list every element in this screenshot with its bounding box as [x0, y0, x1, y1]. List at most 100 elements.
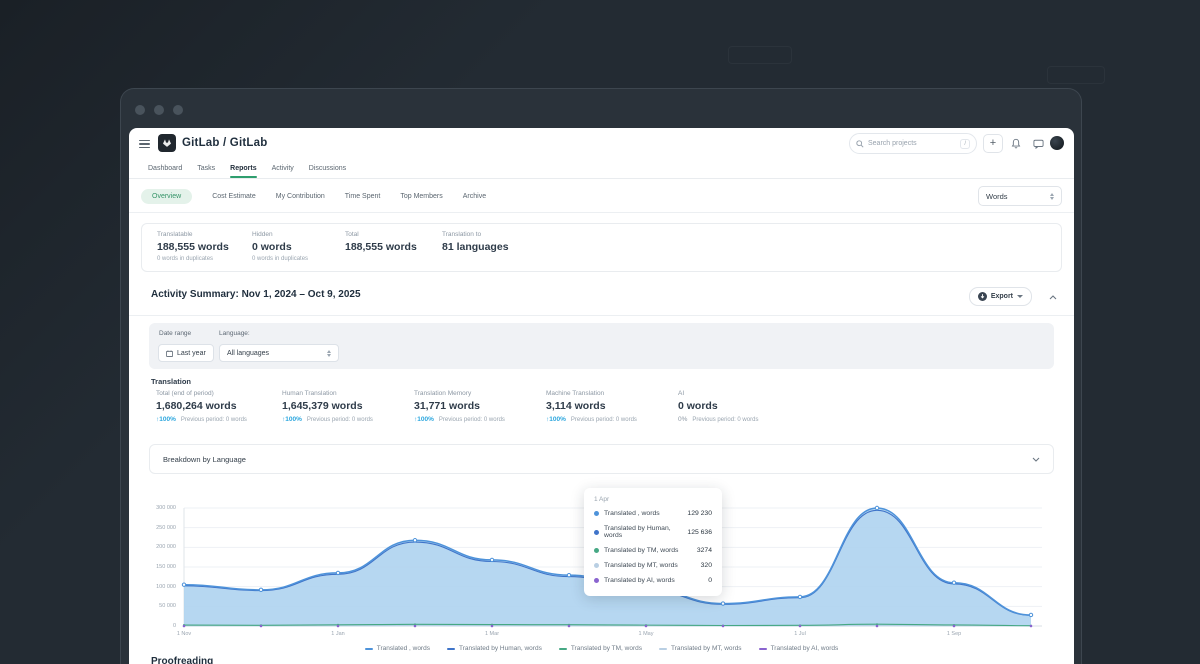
legend-dash-icon — [447, 648, 455, 650]
tooltip-row: Translated by Human, words125 636 — [594, 525, 712, 539]
language-label: Language: — [219, 330, 250, 337]
chat-icon — [1033, 139, 1044, 149]
subtab-archive[interactable]: Archive — [463, 193, 486, 200]
app-header: GitLab / GitLab Search projects / + — [129, 128, 1074, 159]
legend-dash-icon — [659, 648, 667, 650]
tooltip-row: Translated , words129 230 — [594, 510, 712, 517]
delta-badge: 0% — [678, 416, 687, 423]
metric-human-translation: Human Translation 1,645,379 words ↑100%P… — [282, 390, 373, 423]
page-title: GitLab / GitLab — [182, 137, 267, 149]
breakdown-title: Breakdown by Language — [163, 455, 1032, 464]
search-input[interactable]: Search projects / — [849, 133, 977, 154]
stat-translation-to: Translation to 81 languages — [442, 231, 509, 253]
tooltip-row: Translated by MT, words320 — [594, 562, 712, 569]
window-control-icon[interactable] — [173, 105, 183, 115]
tab-tasks[interactable]: Tasks — [197, 159, 215, 178]
y-tick-label: 200 000 — [149, 544, 176, 550]
legend-item[interactable]: Translated by TM, words — [559, 645, 642, 652]
x-tick-label: 1 Nov — [177, 631, 191, 637]
download-icon — [978, 292, 987, 301]
series-dot-icon — [594, 578, 599, 583]
y-tick-label: 300 000 — [149, 505, 176, 511]
legend-dash-icon — [559, 648, 567, 650]
notifications-button[interactable] — [1008, 134, 1024, 153]
window-control-icon[interactable] — [154, 105, 164, 115]
metric-translation-memory: Translation Memory 31,771 words ↑100%Pre… — [414, 390, 505, 423]
export-button[interactable]: Export — [969, 287, 1032, 306]
tab-reports[interactable]: Reports — [230, 159, 256, 178]
language-select-value: All languages — [227, 350, 323, 357]
y-tick-label: 250 000 — [149, 525, 176, 531]
stat-hidden: Hidden 0 words 0 words in duplicates — [252, 231, 308, 262]
metric-ai: AI 0 words 0%Previous period: 0 words — [678, 390, 758, 423]
y-tick-label: 150 000 — [149, 564, 176, 570]
legend-item[interactable]: Translated by Human, words — [447, 645, 542, 652]
y-tick-label: 100 000 — [149, 584, 176, 590]
chart-tooltip: 1 Apr Translated , words129 230 Translat… — [584, 488, 722, 596]
units-select[interactable]: Words — [978, 186, 1062, 206]
metric-total: Total (end of period) 1,680,264 words ↑1… — [156, 390, 247, 423]
project-logo[interactable] — [158, 134, 176, 152]
select-arrows-icon — [1050, 193, 1054, 200]
delta-badge: ↑100% — [156, 416, 176, 423]
series-dot-icon — [594, 548, 599, 553]
tab-activity[interactable]: Activity — [272, 159, 294, 178]
search-placeholder: Search projects — [868, 140, 956, 147]
proofreading-heading: Proofreading — [151, 656, 213, 664]
user-avatar[interactable] — [1050, 136, 1064, 150]
legend-item[interactable]: Translated by MT, words — [659, 645, 742, 652]
delta-badge: ↑100% — [282, 416, 302, 423]
units-select-value: Words — [986, 192, 1050, 201]
gitlab-logo-icon — [161, 137, 173, 149]
translation-heading: Translation — [151, 377, 191, 386]
date-range-value: Last year — [177, 350, 206, 357]
subtab-cost-estimate[interactable]: Cost Estimate — [212, 193, 256, 200]
messages-button[interactable] — [1030, 134, 1046, 153]
subtab-my-contribution[interactable]: My Contribution — [276, 193, 325, 200]
search-shortcut-badge: / — [960, 139, 970, 149]
date-range-label: Date range — [159, 330, 191, 337]
breakdown-by-language-panel[interactable]: Breakdown by Language — [149, 444, 1054, 474]
legend-dash-icon — [759, 648, 767, 650]
legend-dash-icon — [365, 648, 373, 650]
language-select[interactable]: All languages — [219, 344, 339, 362]
tooltip-row: Translated by TM, words3274 — [594, 547, 712, 554]
tooltip-date: 1 Apr — [594, 496, 712, 503]
search-icon — [856, 140, 864, 148]
x-tick-label: 1 Sep — [947, 631, 961, 637]
delta-badge: ↑100% — [414, 416, 434, 423]
date-range-button[interactable]: Last year — [158, 344, 214, 362]
subtab-time-spent[interactable]: Time Spent — [345, 193, 381, 200]
tab-discussions[interactable]: Discussions — [309, 159, 346, 178]
filters-bar: Date range Language: Last year All langu… — [149, 323, 1054, 369]
tab-dashboard[interactable]: Dashboard — [148, 159, 182, 178]
project-stats-card: Translatable 188,555 words 0 words in du… — [141, 223, 1062, 272]
bell-icon — [1011, 138, 1021, 149]
y-tick-label: 0 — [149, 623, 176, 629]
reports-subnav: Overview Cost Estimate My Contribution T… — [129, 180, 1074, 212]
x-tick-label: 1 May — [639, 631, 654, 637]
collapse-section-button[interactable] — [1046, 290, 1060, 304]
subtab-top-members[interactable]: Top Members — [400, 193, 442, 200]
project-tabs: Dashboard Tasks Reports Activity Discuss… — [129, 159, 1074, 179]
window-control-icon[interactable] — [135, 105, 145, 115]
legend-item[interactable]: Translated by AI, words — [759, 645, 839, 652]
series-dot-icon — [594, 563, 599, 568]
menu-icon[interactable] — [139, 140, 150, 148]
calendar-icon — [166, 350, 173, 357]
chevron-up-icon — [1049, 295, 1057, 300]
app-window: GitLab / GitLab Search projects / + — [129, 128, 1074, 664]
legend-item[interactable]: Translated , words — [365, 645, 430, 652]
stat-translatable: Translatable 188,555 words 0 words in du… — [157, 231, 229, 262]
series-dot-icon — [594, 530, 599, 535]
create-new-button[interactable]: + — [983, 134, 1003, 153]
chart-legend: Translated , words Translated by Human, … — [129, 645, 1074, 652]
series-dot-icon — [594, 511, 599, 516]
x-tick-label: 1 Jan — [331, 631, 344, 637]
x-tick-label: 1 Mar — [485, 631, 499, 637]
x-tick-label: 1 Jul — [794, 631, 806, 637]
delta-badge: ↑100% — [546, 416, 566, 423]
divider — [129, 315, 1074, 316]
activity-summary-title: Activity Summary: Nov 1, 2024 – Oct 9, 2… — [151, 289, 361, 300]
subtab-overview[interactable]: Overview — [141, 189, 192, 204]
